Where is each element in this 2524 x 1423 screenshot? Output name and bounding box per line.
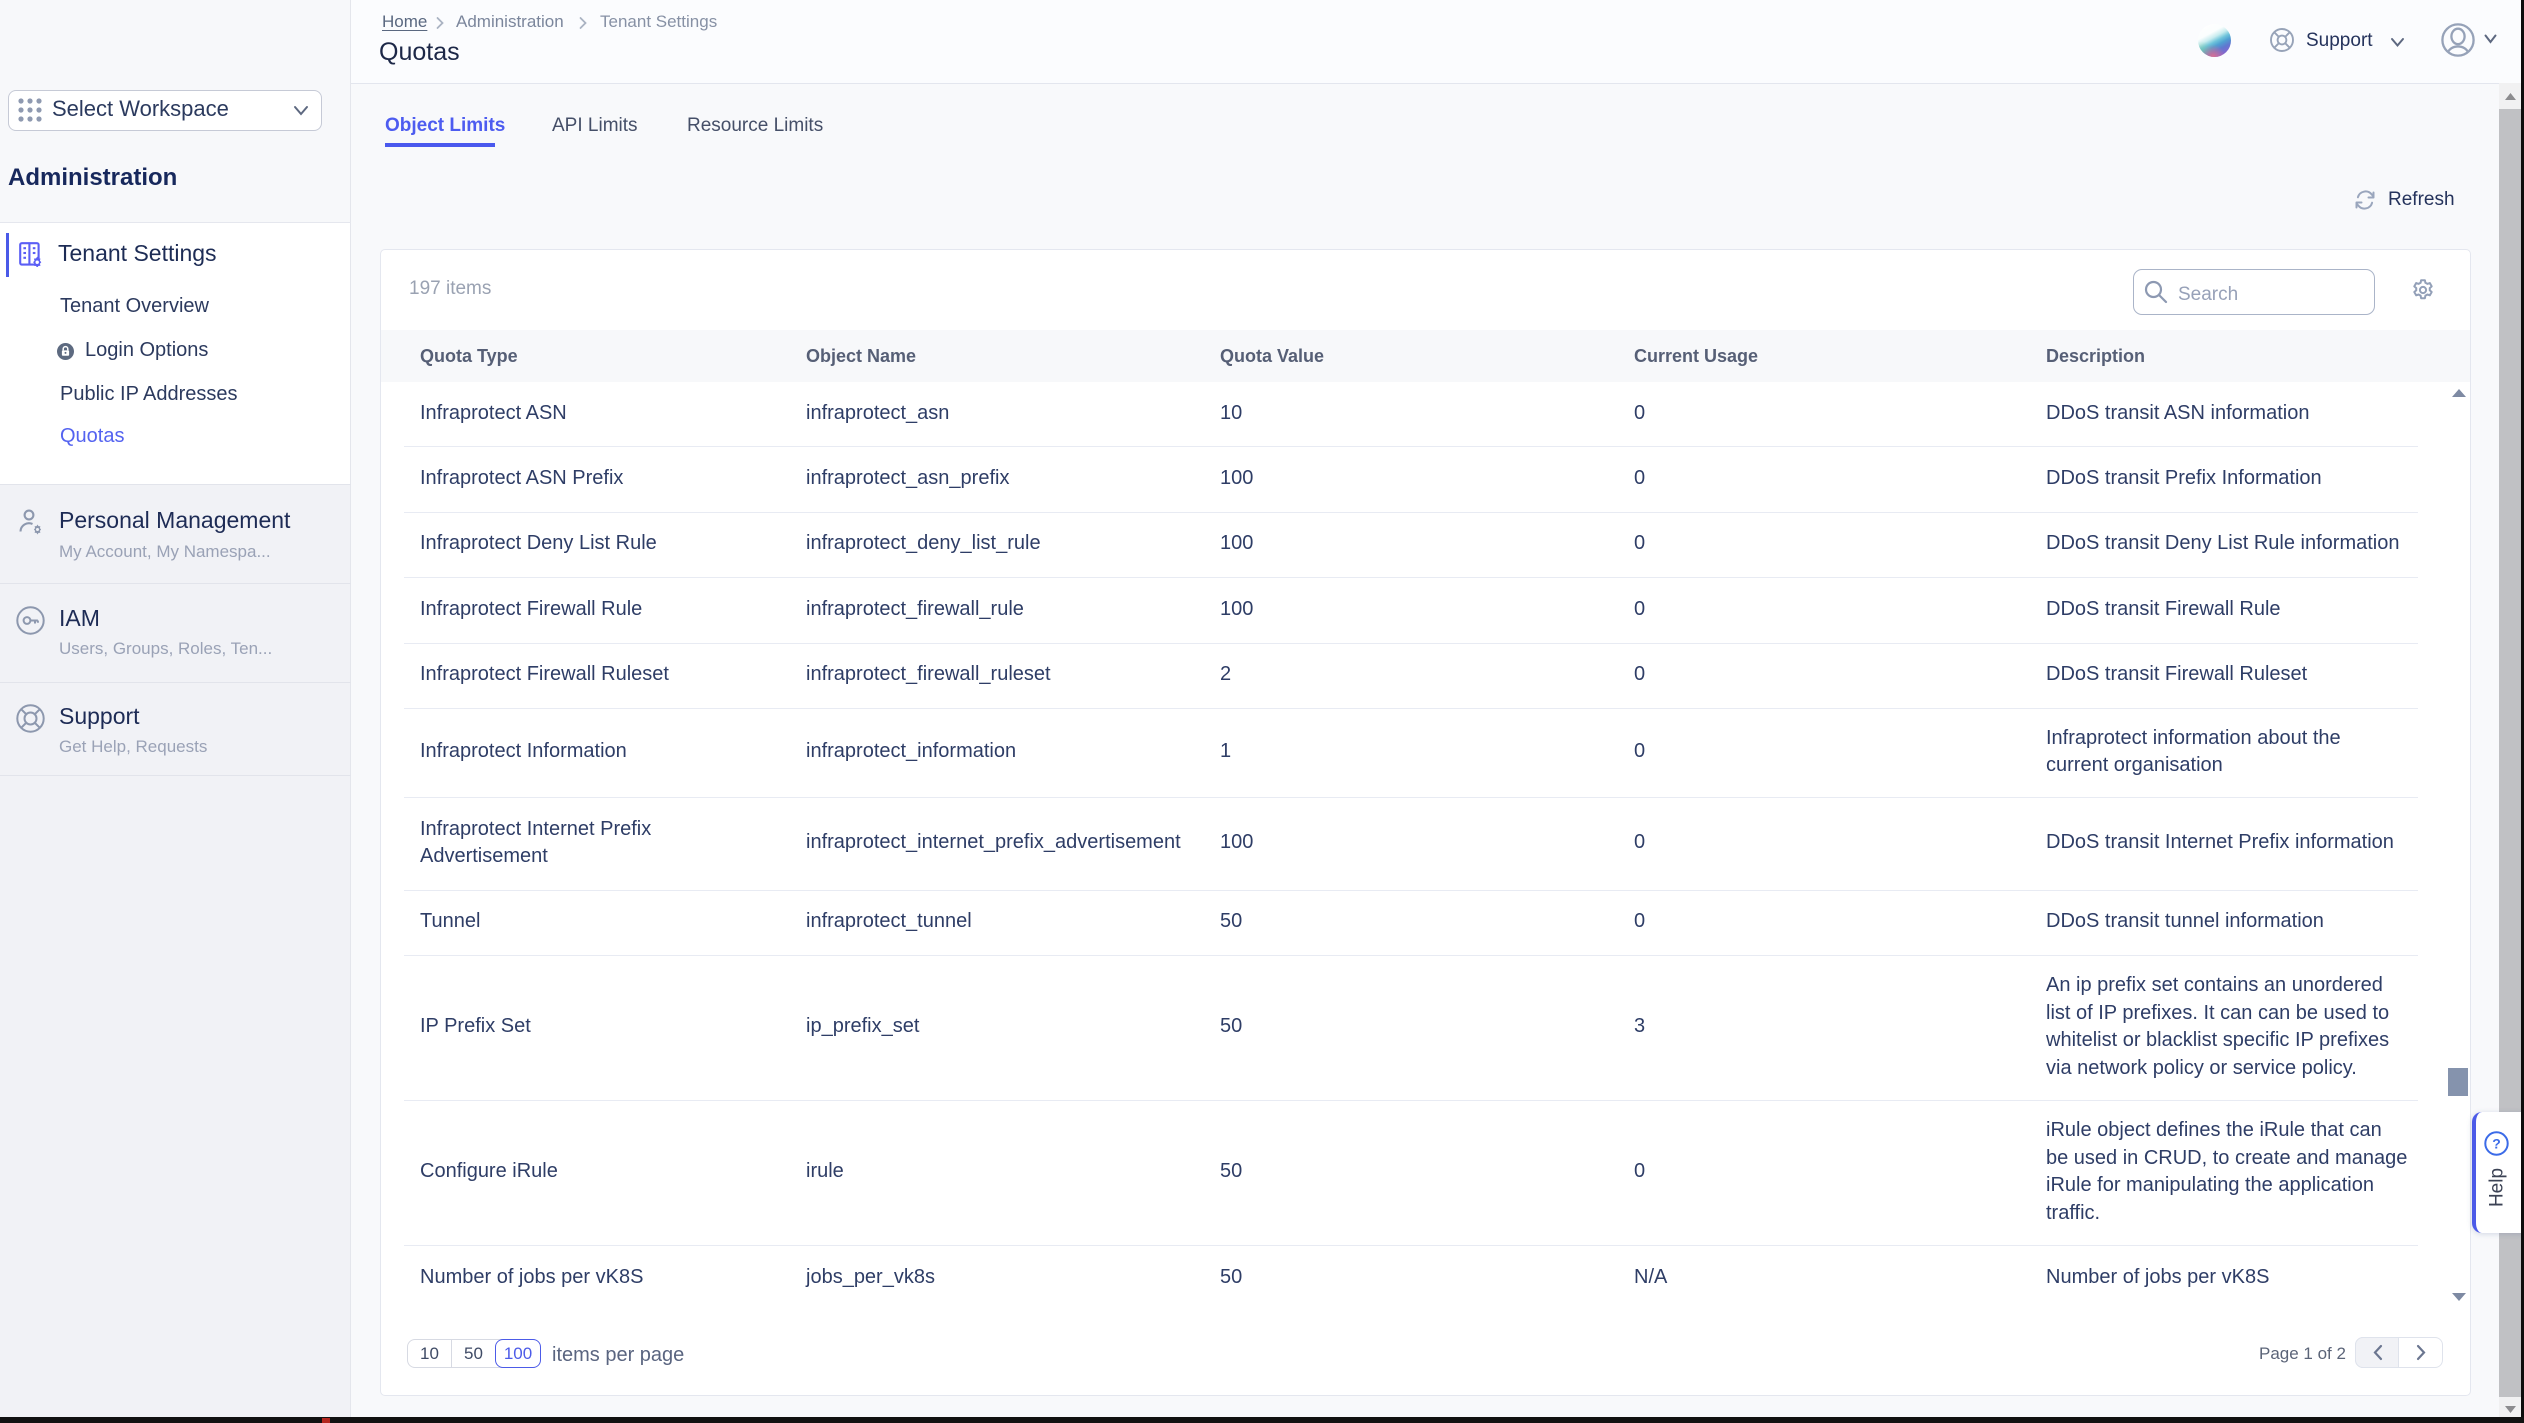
svg-text:?: ? (2492, 1136, 2501, 1152)
